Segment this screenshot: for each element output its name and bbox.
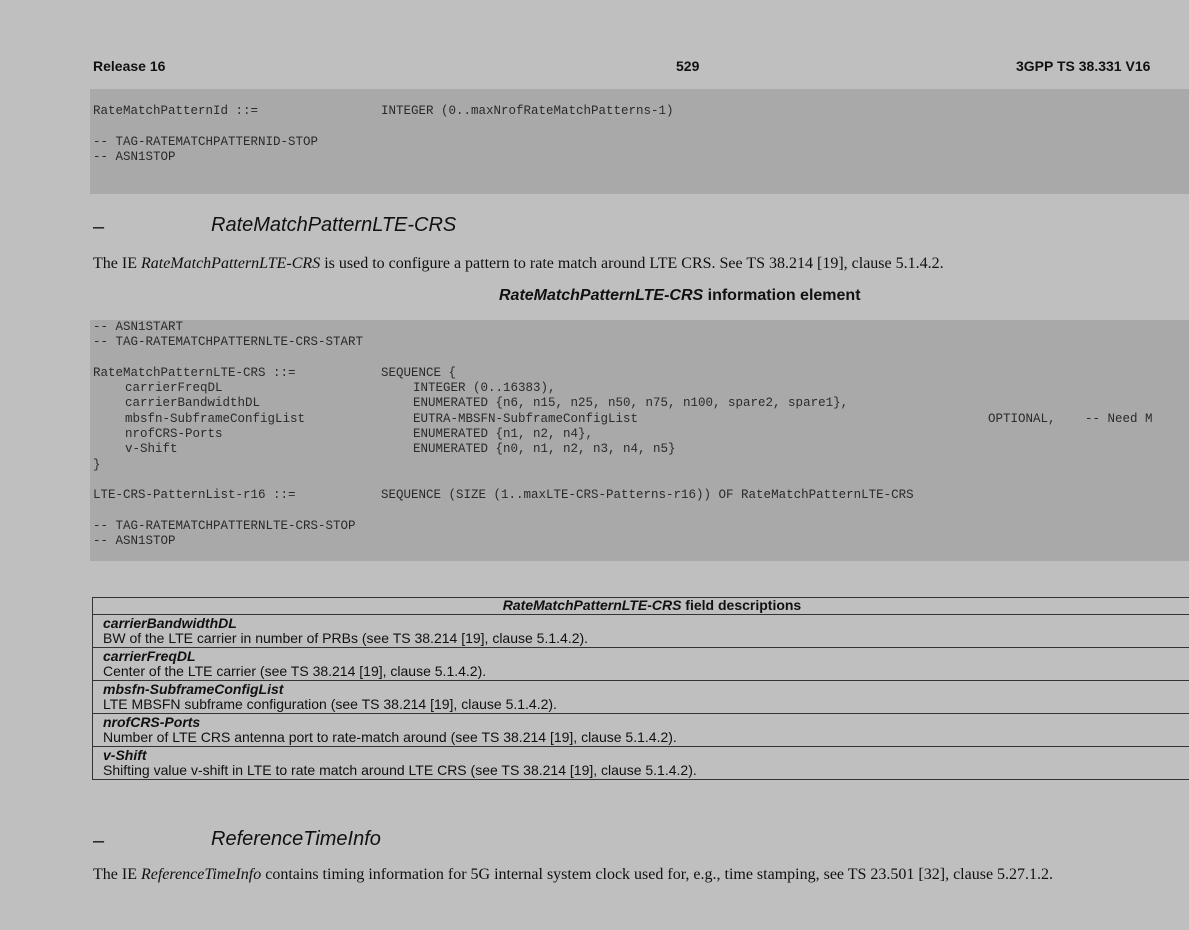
section-title-referencetimeinfo: ReferenceTimeInfo bbox=[211, 828, 381, 850]
field-description: Number of LTE CRS antenna port to rate-m… bbox=[103, 729, 677, 745]
code-field-type: EUTRA-MBSFN-SubframeConfigList bbox=[413, 411, 639, 426]
table-row: carrierBandwidthDL BW of the LTE carrier … bbox=[92, 614, 1189, 648]
code-field-type: ENUMERATED {n1, n2, n4}, bbox=[413, 427, 594, 442]
table-header-row: RateMatchPatternLTE-CRS field descriptio… bbox=[92, 597, 1189, 615]
code-line: -- ASN1STOP bbox=[93, 534, 176, 549]
header-spec-id: 3GPP TS 38.331 V16 bbox=[1016, 58, 1151, 74]
desc-ie-name: RateMatchPatternLTE-CRS bbox=[140, 255, 321, 272]
field-description: LTE MBSFN subframe configuration (see TS… bbox=[103, 696, 557, 712]
code-line: -- TAG-RATEMATCHPATTERNLTE-CRS-STOP bbox=[93, 518, 356, 533]
desc-text: The IE bbox=[93, 255, 141, 272]
table-row: carrierFreqDL Center of the LTE carrier (… bbox=[92, 647, 1189, 681]
section-dash: – bbox=[93, 216, 105, 238]
code-line: SEQUENCE { bbox=[381, 365, 457, 380]
field-descriptions-table: RateMatchPatternLTE-CRS field descriptio… bbox=[92, 597, 1189, 780]
code-field-name: carrierFreqDL bbox=[125, 381, 223, 396]
field-cell: carrierBandwidthDL BW of the LTE carrier … bbox=[92, 614, 1189, 648]
table-row: nrofCRS-Ports Number of LTE CRS antenna p… bbox=[92, 713, 1189, 747]
table-header: RateMatchPatternLTE-CRS field descriptio… bbox=[92, 597, 1189, 615]
field-description: Center of the LTE carrier (see TS 38.214… bbox=[103, 663, 487, 679]
code-optional: OPTIONAL, bbox=[988, 411, 1056, 426]
header-page-number: 529 bbox=[676, 58, 700, 74]
code-line: -- ASN1STOP bbox=[93, 149, 176, 164]
code-field-type: ENUMERATED {n0, n1, n2, n3, n4, n5} bbox=[413, 442, 676, 457]
field-description: BW of the LTE carrier in number of PRBs … bbox=[103, 630, 589, 646]
code-line: SEQUENCE (SIZE (1..maxLTE-CRS-Patterns-r… bbox=[381, 488, 914, 503]
section-title-ratematchpatternlte-crs: RateMatchPatternLTE-CRS bbox=[211, 214, 457, 236]
field-description: Shifting value v-shift in LTE to rate ma… bbox=[103, 762, 697, 778]
code-field-type: INTEGER (0..16383), bbox=[413, 381, 556, 396]
table-row: mbsfn-SubframeConfigList LTE MBSFN subfra… bbox=[92, 680, 1189, 714]
desc-ie-name: ReferenceTimeInfo bbox=[140, 866, 262, 883]
field-name: carrierFreqDL bbox=[103, 648, 196, 664]
desc-text: contains timing information for 5G inter… bbox=[261, 866, 1054, 883]
code-need: -- Need M bbox=[1085, 411, 1153, 426]
field-name: carrierBandwidthDL bbox=[103, 615, 237, 631]
field-name: nrofCRS-Ports bbox=[103, 714, 201, 730]
header-release: Release 16 bbox=[93, 58, 166, 74]
ie-caption: RateMatchPatternLTE-CRS information elem… bbox=[499, 287, 861, 305]
caption-ie-name: RateMatchPatternLTE-CRS bbox=[499, 287, 704, 304]
desc-text: The IE bbox=[93, 866, 141, 883]
code-line: LTE-CRS-PatternList-r16 ::= bbox=[93, 488, 296, 503]
code-line: RateMatchPatternLTE-CRS ::= bbox=[93, 365, 296, 380]
table-row: v-Shift Shifting value v-shift in LTE to … bbox=[92, 746, 1189, 780]
caption-text: information element bbox=[703, 287, 861, 304]
field-cell: nrofCRS-Ports Number of LTE CRS antenna p… bbox=[92, 713, 1189, 747]
code-line: } bbox=[93, 457, 101, 472]
code-line: INTEGER (0..maxNrofRateMatchPatterns-1) bbox=[381, 104, 674, 118]
desc-text: is used to configure a pattern to rate m… bbox=[320, 255, 944, 272]
table-header-text: field descriptions bbox=[681, 597, 802, 613]
section-dash: – bbox=[93, 830, 105, 852]
code-field-name: v-Shift bbox=[125, 442, 178, 457]
section-description: The IE RateMatchPatternLTE-CRS is used t… bbox=[93, 255, 944, 273]
code-field-name: mbsfn-SubframeConfigList bbox=[125, 411, 306, 426]
code-line: -- TAG-RATEMATCHPATTERNLTE-CRS-START bbox=[93, 335, 364, 350]
code-block-ratematchpatternid: RateMatchPatternId ::= INTEGER (0..maxNro… bbox=[90, 89, 1189, 194]
field-cell: mbsfn-SubframeConfigList LTE MBSFN subfra… bbox=[92, 680, 1189, 714]
field-cell: v-Shift Shifting value v-shift in LTE to … bbox=[92, 746, 1189, 780]
field-name: v-Shift bbox=[103, 747, 147, 763]
table-header-ie-name: RateMatchPatternLTE-CRS bbox=[502, 597, 682, 613]
field-cell: carrierFreqDL Center of the LTE carrier (… bbox=[92, 647, 1189, 681]
field-name: mbsfn-SubframeConfigList bbox=[103, 681, 284, 697]
code-field-name: carrierBandwidthDL bbox=[125, 396, 261, 411]
section-description: The IE ReferenceTimeInfo contains timing… bbox=[93, 866, 1053, 884]
code-field-name: nrofCRS-Ports bbox=[125, 427, 223, 442]
code-field-type: ENUMERATED {n6, n15, n25, n50, n75, n100… bbox=[413, 396, 849, 411]
code-line: -- ASN1START bbox=[93, 320, 184, 334]
code-block-ratematchpatternlte-crs: -- ASN1START -- TAG-RATEMATCHPATTERNLTE-… bbox=[90, 320, 1189, 561]
code-line: RateMatchPatternId ::= bbox=[93, 104, 259, 118]
code-line: -- TAG-RATEMATCHPATTERNID-STOP bbox=[93, 134, 319, 149]
